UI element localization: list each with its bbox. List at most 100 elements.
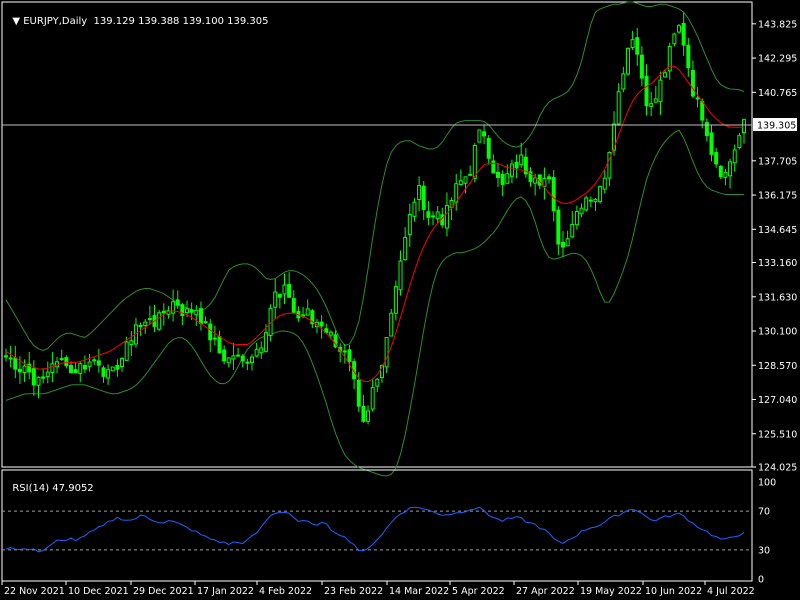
candle-body-bull — [574, 210, 579, 226]
candle — [519, 143, 524, 168]
candle — [677, 23, 682, 34]
moving-average — [2, 65, 752, 383]
candle-body-bull — [129, 340, 134, 346]
candle-body-bull — [630, 39, 635, 48]
time-tick-label: 22 Nov 2021 — [4, 586, 65, 597]
candle-body-bull — [737, 135, 742, 148]
candle-body-bull — [649, 103, 654, 107]
candle-body-bull — [328, 331, 333, 336]
chart-header: ▼ EURJPY,Daily 139.129 139.388 139.100 1… — [6, 5, 268, 27]
candle — [254, 342, 259, 358]
candle — [68, 361, 73, 374]
candle — [259, 341, 264, 359]
candle — [556, 206, 561, 255]
candle — [593, 197, 598, 211]
candle — [690, 60, 695, 99]
candle — [203, 316, 208, 324]
candle-body-bull — [663, 72, 668, 78]
candle — [157, 309, 162, 332]
time-tick-label: 4 Jul 2022 — [707, 586, 755, 597]
candle — [509, 159, 514, 184]
candle-body-bull — [110, 366, 115, 372]
candle — [514, 154, 519, 179]
candle-body-bull — [375, 378, 380, 387]
rsi-line — [5, 506, 745, 553]
candle-body-bear — [161, 310, 166, 314]
rsi-series — [2, 506, 752, 553]
candle-body-bull — [147, 318, 152, 321]
candle — [59, 349, 64, 361]
price-tick-label: 134.645 — [758, 225, 797, 236]
price-tick-label: 137.705 — [758, 156, 797, 167]
candle — [621, 66, 626, 93]
candle-body-bull — [45, 371, 50, 378]
candle — [212, 325, 217, 346]
candle — [547, 174, 552, 184]
candle — [551, 170, 556, 222]
candle — [454, 174, 459, 211]
candle-body-bull — [417, 185, 422, 200]
candle-body-bear — [92, 359, 97, 362]
price-tick-label: 133.160 — [758, 258, 797, 269]
candle-body-bear — [68, 364, 73, 374]
candle-body-bull — [509, 163, 514, 177]
candle-body-bull — [370, 387, 375, 410]
symbol-timeframe: EURJPY,Daily — [23, 16, 88, 27]
candle-body-bull — [185, 308, 190, 313]
candle — [305, 299, 310, 316]
candle-body-bull — [458, 180, 463, 185]
candle — [398, 250, 403, 296]
candle-body-bull — [723, 171, 728, 178]
candle — [486, 135, 491, 165]
candle-body-bear — [426, 211, 431, 218]
candle-body-bear — [700, 100, 705, 121]
candle — [240, 354, 245, 368]
candle — [347, 345, 352, 372]
candle-body-bull — [124, 341, 129, 361]
candle-body-bear — [361, 405, 366, 422]
candle-body-bear — [115, 364, 120, 370]
candle-body-bear — [245, 361, 250, 364]
candle — [681, 12, 686, 56]
rsi-border — [1, 469, 753, 582]
candle-body-bear — [59, 358, 64, 361]
candle — [226, 357, 231, 368]
candle-body-bull — [435, 211, 440, 220]
candle-body-bull — [143, 321, 148, 327]
candle — [287, 272, 292, 298]
price-tick-label: 131.630 — [758, 292, 797, 303]
candle-body-bull — [519, 154, 524, 166]
rsi-label: RSI(14) 47.9052 — [12, 483, 94, 494]
candle-body-bull — [106, 369, 111, 379]
candle-body-bull — [138, 324, 143, 327]
current-price-label: 139.305 — [757, 120, 796, 131]
candle — [598, 185, 603, 204]
candle-body-bear — [514, 161, 519, 169]
candle-body-bull — [87, 361, 92, 367]
main-chart-frame — [1, 1, 753, 468]
candle — [570, 211, 575, 239]
time-tick-label: 5 Apr 2022 — [452, 586, 505, 597]
candle — [96, 348, 101, 373]
candle — [672, 32, 677, 47]
candle — [41, 368, 46, 384]
candle — [310, 309, 315, 329]
candle-body-bear — [718, 165, 723, 178]
candle-body-bear — [560, 241, 565, 248]
candle-body-bull — [602, 177, 607, 190]
candle — [198, 301, 203, 331]
candle-body-bull — [431, 215, 436, 218]
rsi-tick-label: 70 — [758, 507, 770, 518]
candle-body-bull — [533, 177, 538, 184]
candle-body-bull — [621, 73, 626, 90]
candle — [31, 360, 36, 397]
candle — [120, 357, 125, 372]
candle — [222, 345, 227, 365]
candle-body-bull — [203, 321, 208, 324]
candle-body-bull — [477, 129, 482, 143]
candle — [101, 365, 106, 383]
candle-body-bull — [403, 236, 408, 261]
candle-body-bull — [398, 260, 403, 291]
dropdown-triangle-icon[interactable]: ▼ — [12, 16, 23, 27]
rsi-axis: 100 70 30 0 — [758, 478, 776, 586]
